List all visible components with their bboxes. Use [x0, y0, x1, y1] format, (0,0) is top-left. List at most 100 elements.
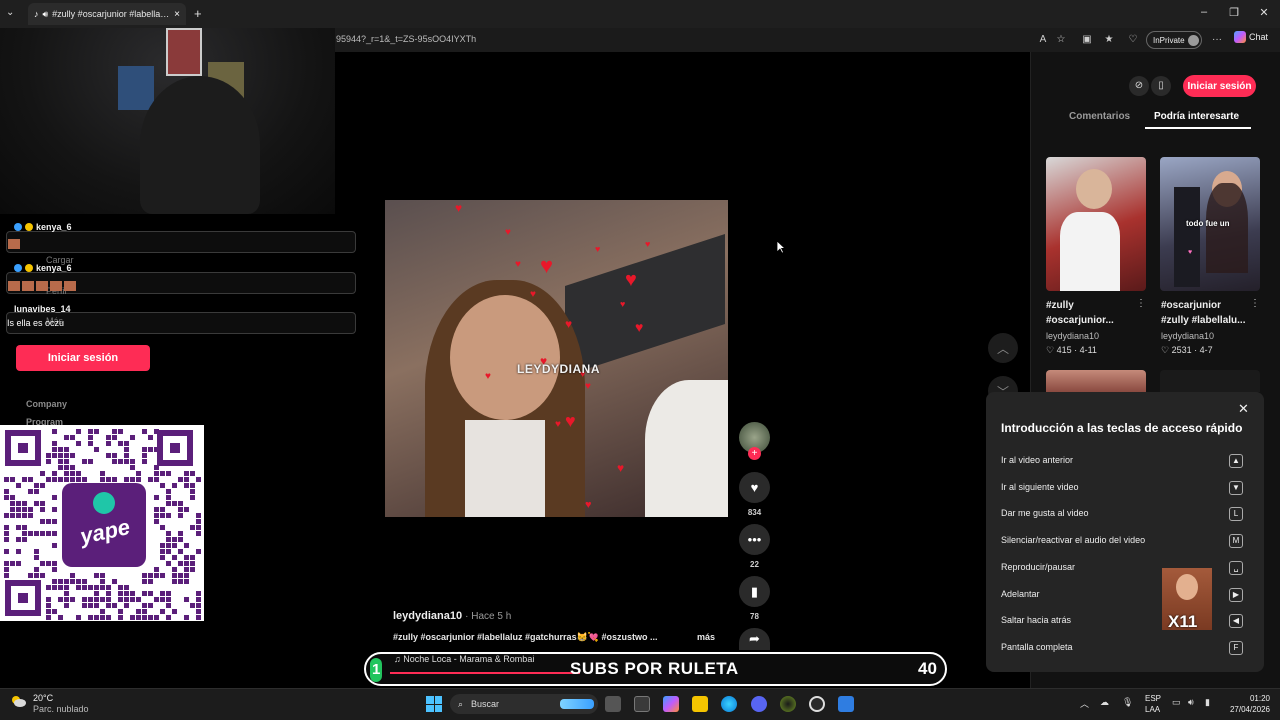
close-icon[interactable]: ✕ — [1238, 401, 1249, 417]
shortcut-row: Adelantar ▶ — [1001, 587, 1251, 603]
edge-icon[interactable] — [721, 696, 737, 712]
discord-icon[interactable] — [751, 696, 767, 712]
recommended-thumbnail[interactable] — [1046, 157, 1146, 291]
device-icon[interactable]: ▯ — [1151, 76, 1171, 96]
login-button-left[interactable]: Iniciar sesión — [16, 345, 150, 371]
card-title[interactable]: #oscarjunior #zully #labellalu... — [1161, 298, 1261, 328]
new-tab-button[interactable]: + — [194, 6, 202, 21]
onedrive-icon[interactable]: ☁ — [1100, 697, 1109, 708]
shortcuts-title: Introducción a las teclas de acceso rápi… — [1001, 421, 1243, 435]
qr-module — [46, 561, 51, 566]
system-clock[interactable]: 01:20 27/04/2026 — [1226, 693, 1270, 715]
qr-module — [22, 525, 27, 530]
language-indicator[interactable]: ESP LAA — [1145, 693, 1161, 715]
close-window-button[interactable]: ✕ — [1254, 6, 1274, 19]
card-stats: ♡ 415 · 4-11 — [1046, 345, 1097, 355]
previous-video-button[interactable]: ︿ — [988, 333, 1018, 363]
footer-link[interactable]: Company — [26, 399, 67, 409]
recommended-thumbnail[interactable] — [1046, 370, 1146, 392]
qr-module — [178, 513, 183, 518]
description-more-link[interactable]: más — [697, 632, 715, 642]
video-player[interactable]: ♥ ♥ ♥ ♥ ♥ ♥ ♥ ♥ ♥ ♥ ♥ ♥ ♥ ♥ ♥ ♥ ♥ ♥ ♥ LEYDYDIANA — [385, 200, 728, 517]
login-button-right[interactable]: Iniciar sesión — [1183, 75, 1256, 97]
qr-module — [40, 501, 45, 506]
qr-module — [16, 507, 21, 512]
taskbar-app-icon[interactable] — [838, 696, 854, 712]
speaker-icon[interactable]: 🔊︎ — [43, 9, 49, 20]
volume-icon[interactable]: 🔊︎ — [1188, 697, 1194, 708]
qr-module — [130, 459, 135, 464]
like-button[interactable]: ♥ — [739, 472, 770, 503]
share-button[interactable]: ➦ — [739, 628, 770, 650]
qr-module — [142, 573, 147, 578]
follow-plus-icon[interactable]: + — [748, 447, 761, 460]
qr-module — [88, 429, 93, 434]
tab-recommended[interactable]: Podría interesarte — [1154, 111, 1239, 122]
comment-button[interactable]: ••• — [739, 524, 770, 555]
split-screen-icon[interactable]: ▣ — [1080, 33, 1094, 47]
tab-list-button[interactable]: ⌄ — [6, 7, 14, 18]
card-more-icon[interactable]: ⋮ — [1136, 298, 1146, 309]
qr-module — [166, 597, 171, 602]
qr-module — [4, 537, 9, 542]
qr-module — [46, 609, 51, 614]
translate-icon[interactable]: A — [1036, 33, 1050, 47]
microphone-icon[interactable]: 🎙︎ — [1122, 697, 1133, 708]
heart-effect-icon: ♥ — [635, 319, 644, 335]
card-more-icon[interactable]: ⋮ — [1250, 298, 1260, 309]
qr-module — [64, 597, 69, 602]
obs-icon[interactable] — [809, 696, 825, 712]
qr-module — [46, 603, 51, 608]
url-text[interactable]: 95944?_r=1&_t=ZS-95sOO4IYXTh — [336, 34, 476, 44]
show-hidden-icons[interactable]: ︿ — [1080, 697, 1089, 710]
qr-module — [148, 447, 153, 452]
author-name[interactable]: leydydiana10 — [393, 610, 462, 622]
recommended-thumbnail[interactable] — [1160, 370, 1260, 392]
qr-module — [124, 441, 129, 446]
qr-module — [28, 489, 33, 494]
taskbar-search[interactable]: ⌕ Buscar — [450, 694, 598, 714]
weather-widget[interactable]: 20°C Parc. nublado — [33, 693, 89, 715]
favorite-star-icon[interactable]: ☆ — [1054, 33, 1068, 47]
recommended-thumbnail[interactable]: todo fue un ♥ — [1160, 157, 1260, 291]
chat-username: lunavibes_14 — [14, 304, 71, 314]
qr-module — [154, 495, 159, 500]
shortcut-label: Dar me gusta al video — [1001, 508, 1089, 519]
save-button[interactable]: ▮ — [739, 576, 770, 607]
inprivate-badge[interactable]: InPrivate — [1146, 31, 1202, 49]
music-track[interactable]: ♫ Noche Loca - Marama & Rombai — [394, 654, 534, 664]
search-icon: ⌕ — [458, 698, 464, 709]
card-author[interactable]: leydydiana10 — [1046, 331, 1099, 341]
battery-icon[interactable]: ▮ — [1205, 697, 1210, 708]
explore-icon[interactable]: ⊘ — [1129, 76, 1149, 96]
copilot-chat-button[interactable]: Chat — [1234, 31, 1268, 43]
inprivate-label: InPrivate — [1153, 35, 1185, 45]
task-view-icon[interactable] — [605, 696, 621, 712]
minimize-button[interactable]: – — [1194, 6, 1214, 18]
more-menu-icon[interactable]: ··· — [1210, 33, 1224, 47]
browser-essentials-icon[interactable]: ♡ — [1126, 33, 1140, 47]
display-icon[interactable]: ▭ — [1172, 697, 1181, 708]
browser-tab-strip — [0, 0, 1280, 28]
copilot-taskbar-icon[interactable] — [663, 696, 679, 712]
qr-module — [178, 501, 183, 506]
close-tab-icon[interactable]: × — [174, 9, 180, 20]
maximize-button[interactable]: ❐ — [1224, 6, 1244, 19]
qr-module — [136, 597, 141, 602]
card-title[interactable]: #zully #oscarjunior... — [1046, 298, 1146, 328]
favorites-icon[interactable]: ★ — [1102, 33, 1116, 47]
taskbar-app-icon[interactable] — [634, 696, 650, 712]
card-author[interactable]: leydydiana10 — [1161, 331, 1214, 341]
browser-tab-active[interactable]: ♪ 🔊︎ #zully #oscarjunior #labellaluz × — [28, 3, 186, 25]
qr-module — [118, 585, 123, 590]
taskbar-app-icon[interactable] — [780, 696, 796, 712]
wall-poster — [118, 66, 154, 110]
heart-effect-icon: ♥ — [505, 227, 511, 238]
card-title-line: #zully #labellalu... — [1161, 315, 1246, 326]
qr-module — [40, 507, 45, 512]
video-author[interactable]: leydydiana10 · Hace 5 h — [393, 610, 511, 622]
start-button[interactable] — [426, 696, 442, 712]
file-explorer-icon[interactable] — [692, 696, 708, 712]
qr-module — [82, 597, 87, 602]
tab-comments[interactable]: Comentarios — [1069, 111, 1130, 122]
